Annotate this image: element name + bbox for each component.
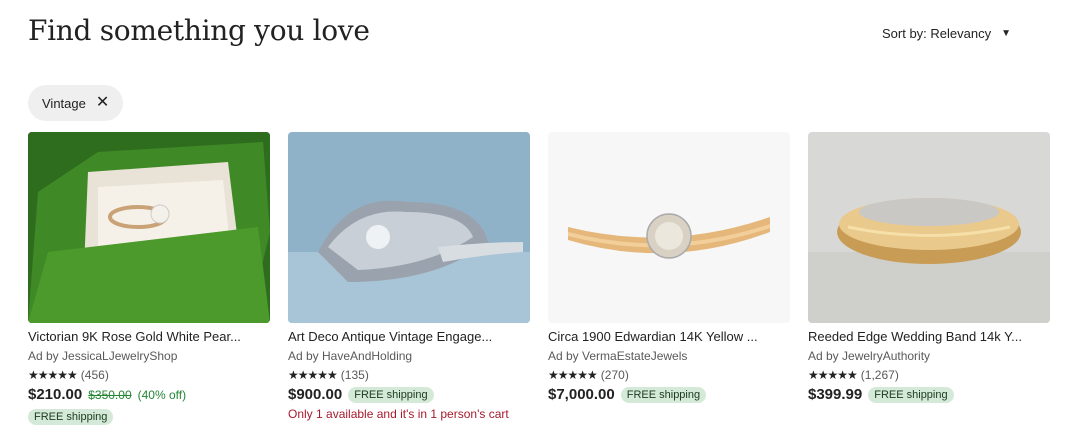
review-count: (135): [340, 368, 369, 382]
stock-note: Only 1 available and it's in 1 person's …: [288, 407, 509, 421]
price-row: $210.00 $350.00 (40% off): [28, 386, 270, 403]
sort-label: Sort by: Relevancy: [881, 26, 992, 41]
product-price: $7,000.00: [548, 386, 615, 403]
price-row: $900.00 FREE shipping: [288, 386, 530, 403]
star-rating-icon: ★★★★★: [548, 368, 598, 382]
free-shipping-badge: FREE shipping: [868, 386, 954, 403]
product-shop: Ad by JewelryAuthority: [808, 349, 931, 363]
review-count: (270): [600, 368, 629, 382]
product-grid: Victorian 9K Rose Gold White Pear... Ad …: [28, 132, 1050, 425]
product-card[interactable]: Reeded Edge Wedding Band 14k Y... Ad by …: [808, 132, 1050, 425]
product-shop: Ad by HaveAndHolding: [288, 349, 413, 363]
product-price: $900.00: [288, 386, 343, 403]
caret-down-icon: ▼: [1001, 28, 1011, 39]
product-image[interactable]: [808, 132, 1050, 323]
sort-dropdown[interactable]: Sort by: Relevancy ▼: [882, 26, 1011, 41]
product-shop: Ad by JessicaLJewelryShop: [28, 349, 178, 363]
page-title: Find something you love: [28, 14, 370, 47]
price-row: $7,000.00 FREE shipping: [548, 386, 790, 403]
product-price: $210.00: [28, 386, 83, 403]
product-price: $399.99: [808, 386, 863, 403]
free-shipping-badge: FREE shipping: [620, 386, 707, 403]
product-rating: ★★★★★ (456): [28, 368, 270, 382]
discount-label: (40% off): [137, 387, 187, 402]
star-rating-icon: ★★★★★: [28, 368, 78, 382]
product-image[interactable]: [288, 132, 530, 323]
product-card[interactable]: Circa 1900 Edwardian 14K Yellow ... Ad b…: [548, 132, 790, 425]
filter-chip-label: Vintage: [42, 95, 86, 111]
product-shop: Ad by VermaEstateJewels: [548, 349, 688, 363]
product-title[interactable]: Circa 1900 Edwardian 14K Yellow ...: [548, 329, 790, 344]
product-image[interactable]: [548, 132, 790, 323]
star-rating-icon: ★★★★★: [288, 368, 338, 382]
product-title[interactable]: Art Deco Antique Vintage Engage...: [288, 329, 530, 344]
product-image[interactable]: [28, 132, 270, 323]
star-rating-icon: ★★★★★: [808, 368, 858, 382]
product-rating: ★★★★★ (1,267): [808, 368, 1050, 382]
price-row: $399.99 FREE shipping: [808, 386, 1050, 403]
product-card[interactable]: Art Deco Antique Vintage Engage... Ad by…: [288, 132, 530, 425]
product-title[interactable]: Reeded Edge Wedding Band 14k Y...: [808, 329, 1050, 344]
free-shipping-badge: FREE shipping: [28, 409, 114, 425]
free-shipping-badge: FREE shipping: [348, 386, 434, 403]
close-icon[interactable]: ✕: [96, 95, 109, 111]
filter-chip-vintage[interactable]: Vintage ✕: [28, 85, 124, 121]
product-rating: ★★★★★ (270): [548, 368, 790, 382]
product-rating: ★★★★★ (135): [288, 368, 530, 382]
original-price: $350.00: [88, 387, 132, 402]
review-count: (456): [80, 368, 109, 382]
product-title[interactable]: Victorian 9K Rose Gold White Pear...: [28, 329, 270, 344]
review-count: (1,267): [860, 368, 899, 382]
product-card[interactable]: Victorian 9K Rose Gold White Pear... Ad …: [28, 132, 270, 425]
